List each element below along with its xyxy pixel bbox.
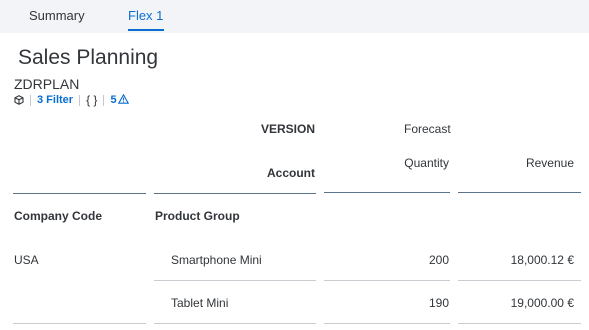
tab-summary[interactable]: Summary <box>29 8 85 23</box>
page-content <box>0 33 589 330</box>
active-tab-indicator <box>128 29 164 31</box>
query-info-bar: 3 Filter { } 5 <box>14 93 129 107</box>
warning-count: 5 <box>110 94 117 106</box>
warnings-link[interactable]: 5 <box>110 93 129 107</box>
version-value-forecast: Forecast <box>404 122 451 136</box>
separator <box>30 94 31 106</box>
header-divider <box>458 192 581 193</box>
row-divider <box>13 323 146 324</box>
cell-product-group[interactable]: Smartphone Mini <box>171 253 262 267</box>
dimension-header-company-code[interactable]: Company Code <box>14 209 102 223</box>
cube-icon[interactable] <box>14 95 24 105</box>
filter-link[interactable]: 3 Filter <box>37 94 73 106</box>
cell-company-code[interactable]: USA <box>14 253 39 267</box>
tab-bar: Summary Flex 1 <box>0 0 589 33</box>
separator <box>103 94 105 106</box>
cell-product-group[interactable]: Tablet Mini <box>171 296 228 310</box>
row-divider <box>154 280 316 281</box>
row-divider <box>458 280 581 281</box>
row-divider <box>324 323 450 324</box>
header-divider <box>13 193 146 194</box>
account-header: Account <box>267 166 315 180</box>
dimension-header-product-group[interactable]: Product Group <box>155 209 240 223</box>
header-divider <box>324 192 450 193</box>
version-header: VERSION <box>260 122 315 136</box>
tab-flex-1[interactable]: Flex 1 <box>128 8 163 23</box>
cell-quantity[interactable]: 190 <box>360 296 449 310</box>
header-divider <box>154 193 316 194</box>
separator <box>79 94 81 106</box>
column-header-revenue[interactable]: Revenue <box>480 156 574 170</box>
row-divider <box>458 323 581 324</box>
variables-braces-button[interactable]: { } <box>86 93 97 107</box>
row-divider <box>154 323 316 324</box>
row-divider <box>324 280 450 281</box>
cell-revenue[interactable]: 18,000.12 € <box>460 253 574 267</box>
cell-quantity[interactable]: 200 <box>360 253 449 267</box>
cell-revenue[interactable]: 19,000.00 € <box>460 296 574 310</box>
warning-icon <box>117 93 129 107</box>
column-header-quantity[interactable]: Quantity <box>360 156 449 170</box>
page-title: Sales Planning <box>18 46 159 69</box>
query-name: ZDRPLAN <box>14 76 80 92</box>
